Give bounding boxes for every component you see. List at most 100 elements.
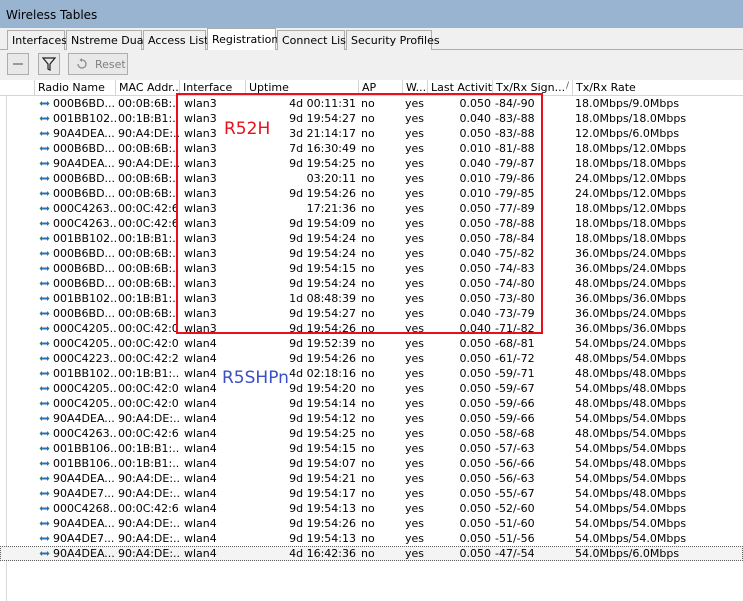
cell-ap: no	[361, 157, 375, 170]
table-row[interactable]: 000B6BD... 00:0B:6B:... wlan3 9d 19:54:27 no…	[0, 306, 743, 321]
cell-last-activity: 0.040	[459, 112, 492, 125]
tab-nstreme-dual[interactable]: Nstreme Dual	[66, 30, 147, 50]
table-row[interactable]: 90A4DEA... 90:A4:DE:... wlan4 9d 19:54:26 no…	[0, 516, 743, 531]
column-header-uptime[interactable]: Uptime	[246, 80, 359, 96]
cell-tx-rx-rate: 24.0Mbps/12.0Mbps	[575, 172, 687, 185]
tab-security-profiles[interactable]: Security Profiles	[346, 30, 440, 50]
column-header-radio-name[interactable]: Radio Name	[35, 80, 116, 96]
cell-tx-rx-signal: -58/-68	[495, 427, 535, 440]
cell-uptime: 9d 19:54:26	[289, 352, 356, 365]
table-row[interactable]: 000B6BD... 00:0B:6B:... wlan3 9d 19:54:15 no…	[0, 261, 743, 276]
tab-access-list[interactable]: Access List	[143, 30, 208, 50]
table-row[interactable]: 000C4268...00:0C:42:6... wlan4 9d 19:54:13…	[0, 501, 743, 516]
column-header-ap[interactable]: AP	[359, 80, 403, 96]
column-header-last-activity[interactable]: Last Activit...	[428, 80, 493, 96]
cell-tx-rx-rate: 54.0Mbps/48.0Mbps	[575, 382, 687, 395]
cell-mac-address: 90:A4:DE:...	[118, 472, 180, 485]
cell-ap: no	[361, 457, 375, 470]
table-row[interactable]: 000C4263...00:0C:42:6... wlan3 17:21:36 no y…	[0, 201, 743, 216]
remove-button[interactable]	[7, 53, 29, 75]
table-row[interactable]: 001BB106... 00:1B:B1:... wlan4 9d 19:54:15 n…	[0, 441, 743, 456]
cell-mac-address: 00:0C:42:6...	[118, 202, 180, 215]
cell-interface: wlan3	[184, 307, 217, 320]
cell-mac-address: 00:0C:42:6...	[118, 427, 180, 440]
cell-interface: wlan4	[184, 352, 217, 365]
filter-button[interactable]	[38, 53, 60, 75]
column-header-wds[interactable]: W...	[403, 80, 428, 96]
cell-interface: wlan3	[184, 97, 217, 110]
cell-ap: no	[361, 337, 375, 350]
table-row[interactable]: 001BB102... 00:1B:B1:... wlan3 1d 08:48:39 n…	[0, 291, 743, 306]
column-header-interface[interactable]: Interface	[180, 80, 246, 96]
table-row[interactable]: 000C4205...00:0C:42:0...wlan49d 19:54:20…	[0, 381, 743, 396]
cell-uptime: 4d 16:42:36	[289, 547, 356, 560]
table-row[interactable]: 001BB106... 00:1B:B1:... wlan4 9d 19:54:07 n…	[0, 456, 743, 471]
cell-interface: wlan3	[184, 277, 217, 290]
cell-tx-rx-rate: 18.0Mbps/18.0Mbps	[575, 217, 687, 230]
cell-wds: yes	[405, 112, 425, 125]
table-row[interactable]: 90A4DEA... 90:A4:DE:... wlan4 4d 16:42:36 no…	[0, 546, 743, 561]
table-row[interactable]: 90A4DEA... 90:A4:DE:... wlan4 9d 19:54:12 no…	[0, 411, 743, 426]
table-row[interactable]: 90A4DEA... 90:A4:DE:... wlan3 9d 19:54:25 no…	[0, 156, 743, 171]
cell-mac-address: 00:0C:42:0...	[118, 382, 180, 395]
registration-icon	[39, 551, 50, 556]
cell-ap: no	[361, 292, 375, 305]
table-row[interactable]: 90A4DE7... 90:A4:DE:... wlan4 9d 19:54:17 no…	[0, 486, 743, 501]
tab-connect-list[interactable]: Connect List	[277, 30, 350, 50]
table-row[interactable]: 000B6BD... 00:0B:6B:... wlan3 03:20:11 no yes…	[0, 171, 743, 186]
cell-tx-rx-signal: -55/-67	[495, 487, 535, 500]
cell-wds: yes	[405, 412, 425, 425]
table-row[interactable]: 000C4263...00:0C:42:6... wlan4 9d 19:54:25…	[0, 426, 743, 441]
cell-radio-name: 90A4DEA...	[53, 412, 115, 425]
cell-uptime: 17:21:36	[306, 202, 356, 215]
table-row[interactable]: 000C4205...00:0C:42:0... wlan4 9d 19:54:14…	[0, 396, 743, 411]
table-row[interactable]: 000B6BD... 00:0B:6B:... wlan3 9d 19:54:24 no…	[0, 246, 743, 261]
registration-icon	[39, 386, 50, 391]
cell-mac-address: 00:0C:42:0...	[118, 322, 180, 335]
reset-button[interactable]: Reset	[68, 53, 128, 75]
table-row[interactable]: 000B6BD... 00:0B:6B:... wlan3 9d 19:54:26 no…	[0, 186, 743, 201]
tab-interfaces[interactable]: Interfaces	[7, 30, 67, 50]
annotation-label-r52h: R52H	[224, 119, 271, 139]
table-row[interactable]: 000B6BD... 00:0B:6B:... wlan3 4d 00:11:31 no…	[0, 96, 743, 111]
cell-mac-address: 90:A4:DE:...	[118, 412, 180, 425]
window-titlebar: Wireless Tables	[0, 0, 743, 28]
table-row[interactable]: 90A4DEA... 90:A4:DE:... wlan4 9d 19:54:21 no…	[0, 471, 743, 486]
cell-radio-name: 000C4223...	[53, 352, 116, 365]
cell-radio-name: 90A4DE7...	[53, 487, 115, 500]
registration-icon	[39, 191, 50, 196]
column-header-blank[interactable]	[0, 80, 35, 96]
cell-uptime: 9d 19:54:17	[289, 487, 356, 500]
table-row[interactable]: 000C4205...00:0C:42:0... wlan3 9d 19:54:26…	[0, 321, 743, 336]
registration-icon	[39, 296, 50, 301]
cell-ap: no	[361, 202, 375, 215]
table-row[interactable]: 001BB102... 00:1B:B1:... wlan4 4d 02:18:16 n…	[0, 366, 743, 381]
table-row[interactable]: 90A4DE7... 90:A4:DE:... wlan4 9d 19:54:13 no…	[0, 531, 743, 546]
column-header-tx-rx-rate[interactable]: Tx/Rx Rate	[573, 80, 743, 96]
table-row[interactable]: 000B6BD... 00:0B:6B:... wlan3 7d 16:30:49 no…	[0, 141, 743, 156]
cell-ap: no	[361, 367, 375, 380]
cell-uptime: 9d 19:54:21	[289, 472, 356, 485]
cell-radio-name: 000B6BD...	[53, 277, 116, 290]
table-row[interactable]: 000C4205...00:0C:42:0... wlan4 9d 19:52:39…	[0, 336, 743, 351]
registration-icon	[39, 281, 50, 286]
cell-mac-address: 00:0B:6B:...	[118, 307, 180, 320]
table-row[interactable]: 001BB102... 00:1B:B1:... wlan3 9d 19:54:27 n…	[0, 111, 743, 126]
column-header-tx-rx-signal[interactable]: Tx/Rx Sign... /	[493, 80, 573, 96]
cell-last-activity: 0.050	[459, 262, 492, 275]
table-row[interactable]: 000C4223...00:0C:42:2... wlan4 9d 19:54:26…	[0, 351, 743, 366]
table-row[interactable]: 001BB102... 00:1B:B1:... wlan3 9d 19:54:24 n…	[0, 231, 743, 246]
table-row[interactable]: 000B6BD... 00:0B:6B:... wlan3 9d 19:54:24 no…	[0, 276, 743, 291]
table-row[interactable]: 000C4263...00:0C:42:6... wlan3 9d 19:54:09…	[0, 216, 743, 231]
cell-tx-rx-rate: 18.0Mbps/18.0Mbps	[575, 232, 687, 245]
table-row[interactable]: 90A4DEA... 90:A4:DE:... wlan3 3d 21:14:17 no…	[0, 126, 743, 141]
cell-tx-rx-signal: -59/-66	[495, 412, 535, 425]
reset-icon	[77, 58, 87, 69]
registration-icon	[39, 446, 50, 451]
cell-last-activity: 0.040	[459, 157, 492, 170]
tab-registration[interactable]: Registration	[207, 28, 278, 51]
window-title: Wireless Tables	[6, 8, 98, 22]
cell-last-activity: 0.050	[459, 292, 492, 305]
column-header-mac-address[interactable]: MAC Addr...	[116, 80, 180, 96]
cell-wds: yes	[405, 232, 425, 245]
